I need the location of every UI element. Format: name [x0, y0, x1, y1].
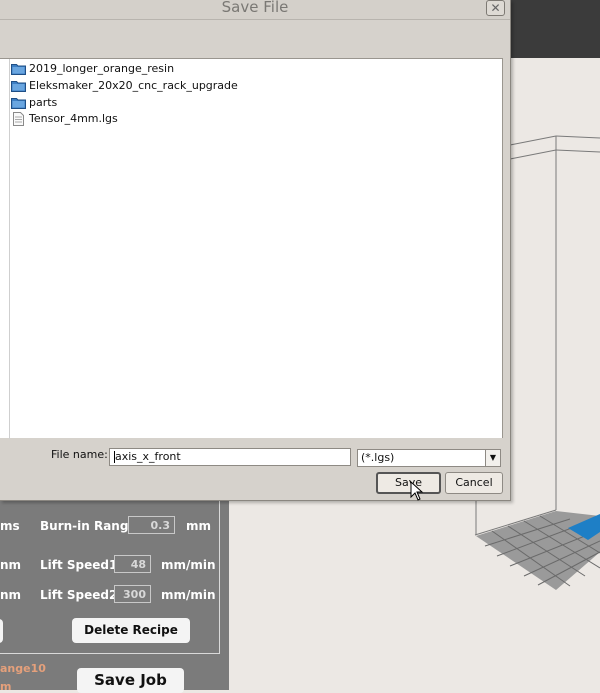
recipe-name-label-2: m	[0, 680, 12, 693]
lift-speed2-unit: mm/min	[161, 588, 216, 602]
wireframe-edge	[509, 149, 557, 160]
lift-speed2-label: Lift Speed2	[40, 588, 118, 602]
list-item[interactable]: parts	[11, 94, 57, 110]
row3-left-unit: nm	[0, 588, 22, 602]
text-caret	[114, 451, 115, 463]
list-item[interactable]: Tensor_4mm.lgs	[11, 110, 118, 126]
filename-label: File name:	[51, 448, 108, 461]
wireframe-edge	[555, 135, 600, 139]
folder-icon	[11, 79, 26, 92]
save-button[interactable]: Save	[376, 472, 441, 494]
file-list[interactable]: 2019_longer_orange_resin Eleksmaker_20x2…	[0, 58, 503, 439]
row1-left-unit: ms	[0, 519, 20, 533]
burnin-range-input[interactable]: 0.3	[128, 516, 175, 534]
burnin-range-unit: mm	[186, 519, 212, 533]
save-file-dialog: Save File ✕ 2019_longer_orange_resin Ele…	[0, 0, 511, 501]
list-item[interactable]: Eleksmaker_20x20_cnc_rack_upgrade	[11, 77, 238, 93]
dialog-toolbar-area	[0, 20, 510, 58]
file-type-select[interactable]: (*.lgs) ▼	[357, 449, 501, 467]
burnin-range-label: Burn-in Range	[40, 519, 137, 533]
row2-left-unit: nm	[0, 558, 22, 572]
recipe-name-label: ange10	[0, 662, 46, 675]
folder-icon	[11, 62, 26, 75]
list-item[interactable]: 2019_longer_orange_resin	[11, 60, 174, 76]
dialog-title: Save File	[221, 0, 289, 16]
list-divider	[9, 59, 10, 439]
lift-speed1-label: Lift Speed1	[40, 558, 118, 572]
lift-speed2-input[interactable]: 300	[114, 585, 151, 603]
file-name: Tensor_4mm.lgs	[29, 111, 118, 125]
dialog-titlebar[interactable]: Save File ✕	[0, 0, 510, 20]
cancel-button[interactable]: Cancel	[445, 472, 503, 494]
wireframe-edge	[509, 135, 557, 146]
mouse-pointer-icon	[410, 481, 424, 501]
close-icon: ✕	[490, 1, 501, 15]
document-icon	[11, 111, 26, 126]
chevron-down-icon[interactable]: ▼	[485, 450, 500, 466]
file-name: Eleksmaker_20x20_cnc_rack_upgrade	[29, 78, 238, 92]
folder-icon	[11, 96, 26, 109]
partial-left-button[interactable]	[0, 619, 3, 643]
recipe-settings-panel: ms Burn-in Range 0.3 mm nm Lift Speed1 4…	[0, 493, 229, 693]
file-name: parts	[29, 95, 58, 109]
file-type-value: (*.lgs)	[361, 451, 395, 464]
save-job-button[interactable]: Save Job	[77, 668, 184, 693]
close-button[interactable]: ✕	[486, 0, 505, 16]
lift-speed1-input[interactable]: 48	[114, 555, 151, 573]
filename-input[interactable]: axis_x_front	[109, 448, 351, 466]
file-name: 2019_longer_orange_resin	[29, 61, 175, 75]
delete-recipe-button[interactable]: Delete Recipe	[72, 618, 190, 643]
lift-speed1-unit: mm/min	[161, 558, 216, 572]
wireframe-edge	[555, 149, 600, 153]
